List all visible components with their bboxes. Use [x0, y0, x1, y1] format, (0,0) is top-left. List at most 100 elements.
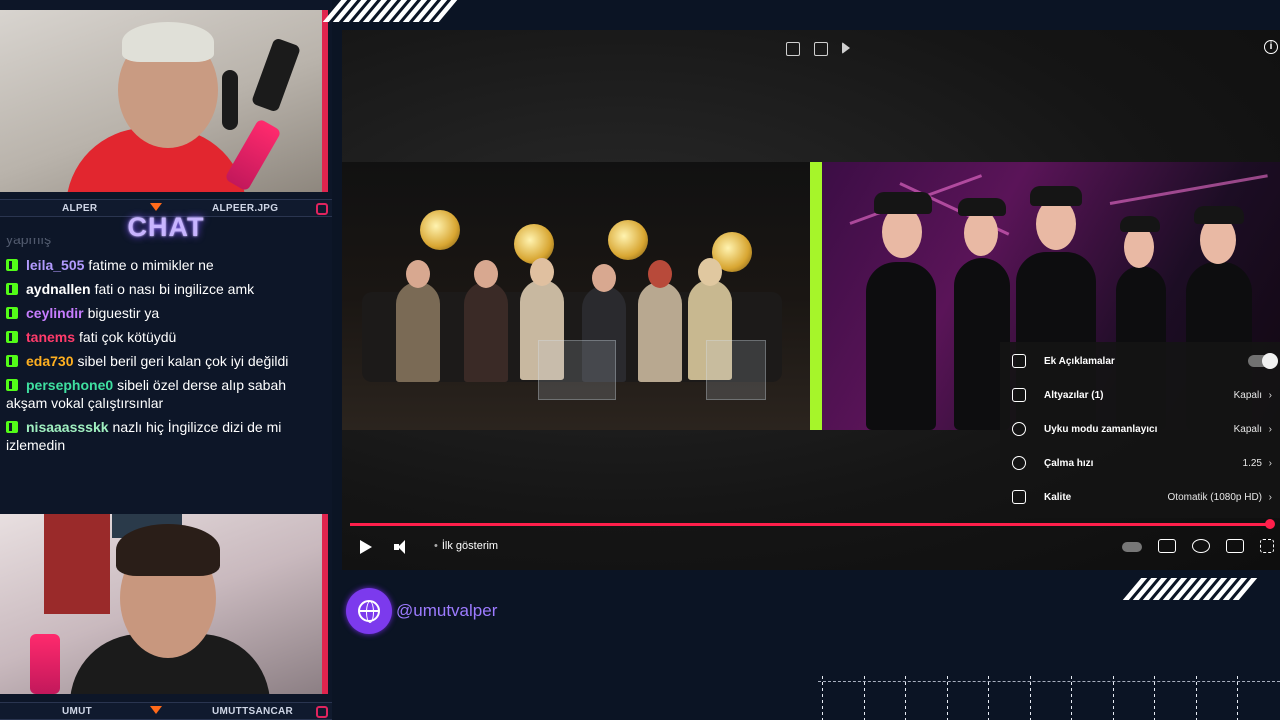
person-head [648, 260, 672, 288]
tick-mark [1195, 676, 1197, 720]
headphone [222, 70, 238, 130]
video-player[interactable]: i Ek Açıklamalar Altyazılar (1) Kapalı ›… [342, 30, 1280, 570]
kick-icon [6, 421, 18, 433]
chat-username[interactable]: nisaaassskk [26, 419, 109, 435]
person [464, 282, 508, 382]
dancer-hat [1194, 206, 1244, 224]
progress-bar[interactable] [350, 519, 1276, 529]
chat-username[interactable]: aydnallen [26, 281, 91, 297]
info-icon[interactable]: i [1264, 40, 1278, 54]
settings-value: Kapalı [1233, 423, 1262, 435]
chat-message: ceylindir biguestir ya [6, 304, 326, 322]
chevron-right-icon: › [1268, 389, 1272, 401]
kick-icon [6, 355, 18, 367]
chat-text: fatime o mimikler ne [88, 257, 214, 273]
cam-border-bottom [322, 514, 328, 694]
settings-gear-icon[interactable] [1192, 539, 1210, 553]
arrow-down-icon [150, 203, 162, 211]
slash-decoration-top [322, 0, 468, 22]
cam-border-top [322, 10, 328, 192]
light-beam [1109, 174, 1268, 205]
settings-row[interactable]: Çalma hızı 1.25 › [1000, 446, 1280, 480]
glass-table [538, 340, 616, 400]
tick-mark [1112, 676, 1114, 720]
person [396, 282, 440, 382]
person [638, 282, 682, 382]
left-column: ALPER ALPEER.JPG CHAT yapmış leila_505 fa… [0, 0, 332, 720]
play-icon[interactable] [360, 540, 372, 554]
green-stripe [810, 162, 822, 430]
sleep-timer-icon [1012, 422, 1026, 436]
webcam-bottom [0, 514, 322, 694]
person-head [530, 258, 554, 286]
chat-username[interactable]: persephone0 [26, 377, 113, 393]
volume-icon[interactable] [394, 540, 410, 554]
settings-label: Uyku modu zamanlayıcı [1044, 423, 1158, 435]
settings-label: Ek Açıklamalar [1044, 355, 1115, 367]
settings-row[interactable]: Altyazılar (1) Kapalı › [1000, 378, 1280, 412]
kick-icon [6, 379, 18, 391]
stage-lamp [420, 210, 460, 250]
slash-decoration-right [1122, 578, 1268, 600]
settings-value: Kapalı [1233, 389, 1262, 401]
chat-text: fati o nası bi ingilizce amk [94, 281, 255, 297]
closed-captions-icon [1012, 354, 1026, 368]
tick-mark [1237, 676, 1238, 720]
chat-message: persephone0 sibeli özel derse alıp sabah … [6, 376, 326, 412]
chevron-right-icon: › [1268, 457, 1272, 469]
neon-light-bottom [30, 634, 60, 694]
chat-username[interactable]: ceylindir [26, 305, 84, 321]
video-frame-panel [342, 162, 812, 430]
top-controls [786, 42, 850, 56]
theater-mode-icon[interactable] [1226, 539, 1244, 553]
chat-message: leila_505 fatime o mimikler ne [6, 256, 326, 274]
person-head [474, 260, 498, 288]
settings-row[interactable]: Kalite Otomatik (1080p HD) › [1000, 480, 1280, 514]
dancer-head [1124, 226, 1154, 268]
tick-mark [988, 676, 989, 720]
kick-icon [6, 307, 18, 319]
settings-row[interactable]: Uyku modu zamanlayıcı Kapalı › [1000, 412, 1280, 446]
chat-truncated-line: yapmış [6, 238, 52, 247]
kick-icon [6, 331, 18, 343]
stage-lamp [608, 220, 648, 260]
tick-decoration [818, 676, 1280, 720]
next-icon[interactable] [842, 42, 850, 54]
progress-scrubber[interactable] [1265, 519, 1276, 529]
settings-value: 1.25 [1242, 457, 1262, 469]
social-handle: @umutvalper [346, 588, 497, 634]
dancer-hat [1030, 186, 1082, 206]
dancer [866, 262, 936, 430]
chat-username[interactable]: tanems [26, 329, 75, 345]
tick-mark [946, 676, 948, 720]
handle-text: @umutvalper [396, 601, 498, 620]
chat-text: fati çok kötüydü [79, 329, 177, 345]
share-icon[interactable] [814, 42, 828, 56]
name-bar-bottom: UMUT UMUTTSANCAR [0, 702, 332, 720]
quality-icon [1012, 490, 1026, 504]
settings-label: Çalma hızı [1044, 457, 1094, 469]
autoplay-toggle[interactable] [1122, 542, 1142, 552]
chapter-label[interactable]: İlk gösterim [434, 540, 498, 552]
chat-text: biguestir ya [87, 305, 160, 321]
person-head [698, 258, 722, 286]
streamer2-hair [116, 524, 220, 576]
chat-message: eda730 sibel beril geri kalan çok iyi değ… [6, 352, 326, 370]
microphone [250, 37, 302, 113]
arrow-down-icon [150, 706, 162, 714]
settings-row[interactable]: Ek Açıklamalar [1000, 344, 1280, 378]
chat-username[interactable]: eda730 [26, 353, 73, 369]
annotations-toggle[interactable] [1248, 353, 1278, 369]
miniplayer-icon[interactable] [786, 42, 800, 56]
chat-list: yapmış leila_505 fatime o mimikler ne aydn… [6, 238, 326, 500]
chat-text: sibel beril geri kalan çok iyi değildi [77, 353, 289, 369]
stream-overlay: ALPER ALPEER.JPG CHAT yapmış leila_505 fa… [0, 0, 1280, 720]
dancer-hat [1120, 216, 1160, 232]
glass-table [706, 340, 766, 400]
subtitles-icon[interactable] [1158, 539, 1176, 553]
chat-username[interactable]: leila_505 [26, 257, 84, 273]
fullscreen-icon[interactable] [1260, 539, 1274, 553]
tick-mark [1071, 676, 1072, 720]
settings-label: Kalite [1044, 491, 1072, 503]
chevron-right-icon: › [1268, 491, 1272, 503]
